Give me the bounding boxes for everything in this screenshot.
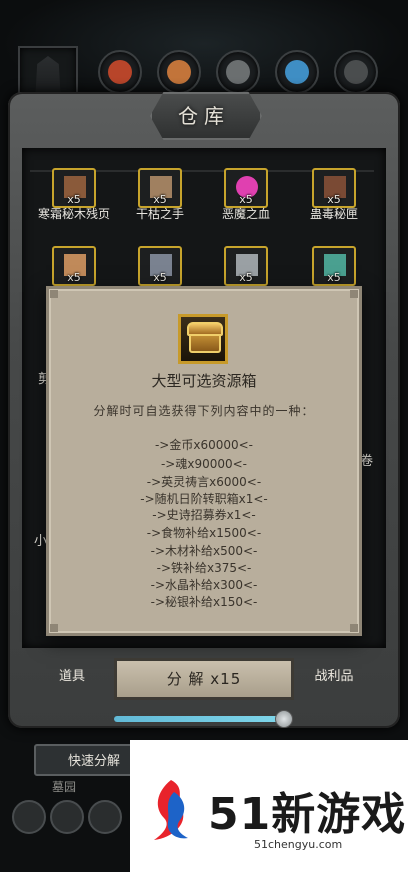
- gear-slot-dark-icon: [344, 60, 368, 84]
- reward-option: ->秘银补给x150<-: [150, 595, 258, 609]
- location-label: 墓园: [52, 780, 77, 794]
- gear-slot-4[interactable]: [275, 50, 319, 94]
- gear-slot-5[interactable]: [334, 50, 378, 94]
- character-icon: [35, 56, 61, 96]
- gear-slot-red-icon: [108, 60, 132, 84]
- reward-option: ->食物补给x1500<-: [146, 526, 262, 540]
- item-label: 寒霜秘木残页: [37, 207, 110, 221]
- dialog-corner: [50, 290, 58, 298]
- watermark-brand: 51新游戏: [208, 789, 407, 840]
- gear-slot-2[interactable]: [157, 50, 201, 94]
- reward-option: ->金币x60000<-: [154, 438, 254, 452]
- reward-option: ->魂x90000<-: [160, 457, 248, 471]
- gear-slot-orange-icon: [167, 60, 191, 84]
- decompose-button[interactable]: 分 解 x15: [114, 658, 294, 700]
- tab-items[interactable]: 道具: [36, 660, 108, 694]
- page-title: 仓库: [178, 104, 230, 128]
- gear-slot-grey-icon: [226, 60, 250, 84]
- menu-circle-icon[interactable]: [50, 800, 84, 834]
- reward-option: ->史诗招募券x1<-: [152, 508, 256, 522]
- dialog-title: 大型可选资源箱: [151, 372, 257, 390]
- menu-circle-icon[interactable]: [12, 800, 46, 834]
- item-frost-page[interactable]: x5: [52, 168, 96, 208]
- reward-option: ->英灵祷言x6000<-: [146, 475, 262, 489]
- item-crystal[interactable]: x5: [312, 246, 356, 286]
- reward-option: ->水晶补给x300<-: [150, 578, 258, 592]
- dialog-corner: [50, 624, 58, 632]
- tab-loot[interactable]: 战利品: [298, 660, 370, 694]
- item-withered-hand[interactable]: x5: [138, 168, 182, 208]
- gear-slot-blue-icon: [285, 60, 309, 84]
- gear-slot-1[interactable]: [98, 50, 142, 94]
- reward-option: ->木材补给x500<-: [150, 544, 258, 558]
- quantity-slider-handle[interactable]: [274, 710, 293, 728]
- quantity-slider-fill: [114, 716, 283, 722]
- menu-circle-icon[interactable]: [88, 800, 122, 834]
- item-label: 恶魔之血: [221, 207, 270, 221]
- item-demon-blood[interactable]: x5: [224, 168, 268, 208]
- reward-option: ->随机日阶转职箱x1<-: [140, 492, 268, 506]
- item-label: 干枯之手: [135, 207, 184, 221]
- watermark-logo-icon: [154, 780, 188, 840]
- item-iron-ore[interactable]: x5: [138, 246, 182, 286]
- item-label: 蛊毒秘匣: [309, 207, 358, 221]
- gear-slot-3[interactable]: [216, 50, 260, 94]
- reward-option: ->铁补给x375<-: [156, 561, 252, 575]
- dialog-corner: [350, 290, 358, 298]
- dialog-corner: [350, 624, 358, 632]
- treasure-chest-icon: [178, 314, 228, 364]
- item-bone-doll[interactable]: x5: [52, 246, 96, 286]
- watermark-url: 51chengyu.com: [254, 838, 343, 851]
- item-scroll[interactable]: x5: [224, 246, 268, 286]
- item-poison-box[interactable]: x5: [312, 168, 356, 208]
- dialog-description: 分解时可自选获得下列内容中的一种：: [93, 404, 315, 418]
